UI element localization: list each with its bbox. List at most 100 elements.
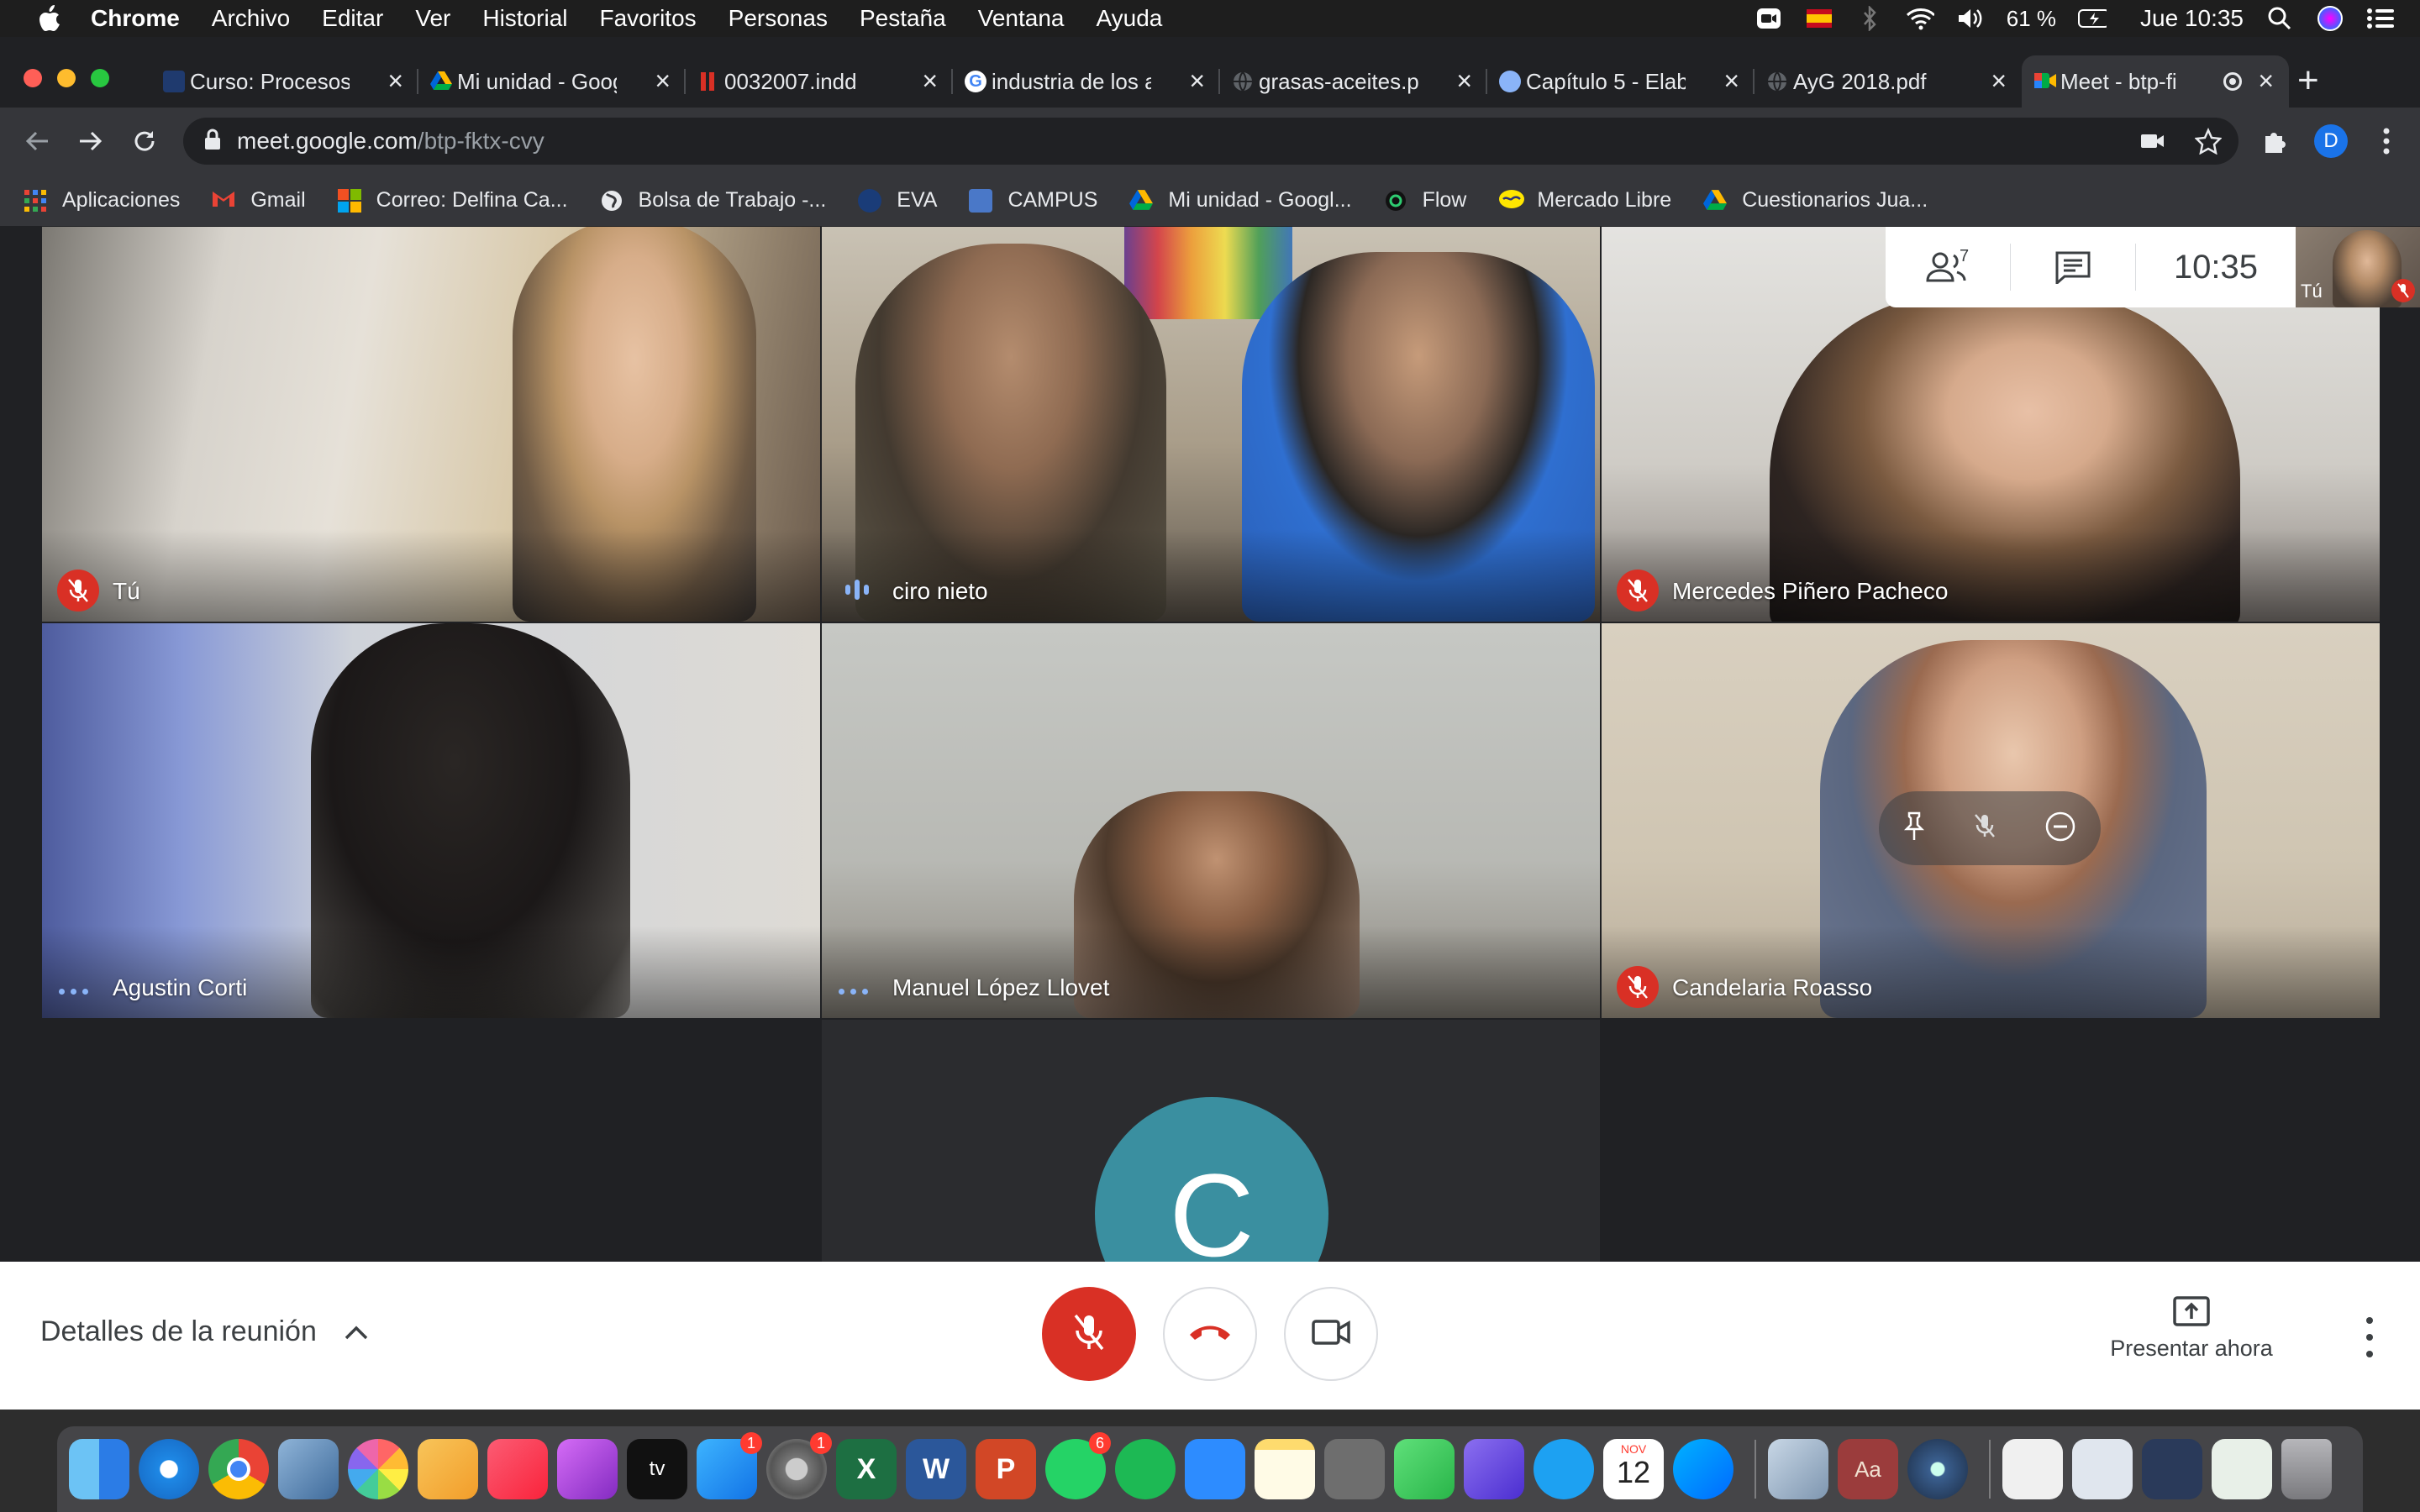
extensions-puzzle-icon[interactable] bbox=[2257, 118, 2291, 165]
menu-pestana[interactable]: Pestaña bbox=[860, 5, 946, 32]
menu-archivo[interactable]: Archivo bbox=[212, 5, 290, 32]
quicktime-icon[interactable] bbox=[1907, 1439, 1968, 1499]
tab-mi-unidad[interactable]: Mi unidad - Goog × bbox=[418, 55, 686, 108]
music-icon[interactable] bbox=[487, 1439, 548, 1499]
calculator-icon[interactable] bbox=[1324, 1439, 1385, 1499]
messenger-icon[interactable] bbox=[1673, 1439, 1733, 1499]
image-capture-icon[interactable] bbox=[1768, 1439, 1828, 1499]
dictionary-icon[interactable]: Aa bbox=[1838, 1439, 1898, 1499]
excel-icon[interactable]: X bbox=[836, 1439, 897, 1499]
participant-tile-ciro-nieto[interactable]: ciro nieto bbox=[822, 227, 1600, 622]
document-thumbnail-4[interactable] bbox=[2212, 1439, 2272, 1499]
tab-industria[interactable]: G industria de los a × bbox=[953, 55, 1220, 108]
battery-icon[interactable] bbox=[2078, 7, 2107, 30]
bluetooth-icon[interactable] bbox=[1855, 6, 1884, 31]
word-icon[interactable]: W bbox=[906, 1439, 966, 1499]
tab-close-icon[interactable]: × bbox=[1991, 66, 2007, 97]
participant-tile-manuel[interactable]: Manuel López Llovet bbox=[822, 623, 1600, 1018]
tab-grasas-aceites[interactable]: grasas-aceites.p × bbox=[1220, 55, 1487, 108]
back-button[interactable] bbox=[18, 123, 55, 160]
twitter-icon[interactable] bbox=[1534, 1439, 1594, 1499]
pages-icon[interactable] bbox=[418, 1439, 478, 1499]
menu-ver[interactable]: Ver bbox=[415, 5, 450, 32]
document-thumbnail-3[interactable] bbox=[2142, 1439, 2202, 1499]
input-source-flag-icon[interactable] bbox=[1805, 7, 1833, 30]
calendar-icon[interactable]: NOV 12 bbox=[1603, 1439, 1664, 1499]
bookmark-campus[interactable]: CAMPUS bbox=[969, 188, 1097, 213]
tab-ayg-2018[interactable]: AyG 2018.pdf × bbox=[1754, 55, 2022, 108]
imovie-icon[interactable] bbox=[1464, 1439, 1524, 1499]
system-preferences-icon[interactable]: 1 bbox=[766, 1432, 832, 1499]
menu-personas[interactable]: Personas bbox=[729, 5, 828, 32]
document-thumbnail-2[interactable] bbox=[2072, 1439, 2133, 1499]
window-close-button[interactable] bbox=[24, 69, 42, 87]
participant-tile-avatar[interactable]: C bbox=[822, 1020, 1600, 1262]
tab-close-icon[interactable]: × bbox=[1189, 66, 1205, 97]
menu-historial[interactable]: Historial bbox=[482, 5, 567, 32]
mute-participant-icon[interactable] bbox=[1974, 813, 1996, 844]
powerpoint-icon[interactable]: P bbox=[976, 1439, 1036, 1499]
siri-icon[interactable] bbox=[2316, 6, 2344, 31]
trash-icon[interactable] bbox=[2281, 1439, 2332, 1499]
participant-tile-self[interactable]: Tú bbox=[42, 227, 820, 622]
tab-close-icon[interactable]: × bbox=[1723, 66, 1739, 97]
app-store-icon[interactable]: 1 bbox=[697, 1432, 762, 1499]
zoom-status-icon[interactable] bbox=[1754, 7, 1783, 30]
safari-icon[interactable] bbox=[139, 1439, 199, 1499]
chrome-icon[interactable] bbox=[208, 1439, 269, 1499]
participant-tile-agustin[interactable]: Agustin Corti bbox=[42, 623, 820, 1018]
chat-button[interactable] bbox=[2011, 227, 2135, 307]
address-bar[interactable]: meet.google.com/btp-fktx-cvy bbox=[183, 118, 2238, 165]
photos-icon[interactable] bbox=[348, 1439, 408, 1499]
bookmark-mi-unidad[interactable]: Mi unidad - Googl... bbox=[1129, 188, 1352, 213]
camera-in-use-icon[interactable] bbox=[2136, 118, 2170, 165]
whatsapp-icon[interactable]: 6 bbox=[1045, 1432, 1111, 1499]
tab-close-icon[interactable]: × bbox=[1456, 66, 1472, 97]
bookmark-correo[interactable]: Correo: Delfina Ca... bbox=[337, 188, 568, 213]
reload-button[interactable] bbox=[126, 123, 163, 160]
preview-icon[interactable] bbox=[278, 1439, 339, 1499]
volume-icon[interactable] bbox=[1956, 7, 1985, 30]
tab-0032007-indd[interactable]: 0032007.indd × bbox=[686, 55, 953, 108]
wifi-icon[interactable] bbox=[1906, 7, 1934, 30]
menu-ayuda[interactable]: Ayuda bbox=[1096, 5, 1162, 32]
tab-close-icon[interactable]: × bbox=[655, 66, 671, 97]
finder-icon[interactable] bbox=[69, 1439, 129, 1499]
podcasts-icon[interactable] bbox=[557, 1439, 618, 1499]
spotlight-search-icon[interactable] bbox=[2265, 7, 2294, 30]
pin-icon[interactable] bbox=[1903, 811, 1925, 846]
camera-toggle-button[interactable] bbox=[1284, 1287, 1378, 1381]
menu-editar[interactable]: Editar bbox=[322, 5, 383, 32]
forward-button[interactable] bbox=[72, 123, 109, 160]
apple-menu-icon[interactable] bbox=[32, 3, 66, 34]
leave-call-button[interactable] bbox=[1163, 1287, 1257, 1381]
tab-close-icon[interactable]: × bbox=[2258, 66, 2274, 97]
menu-favoritos[interactable]: Favoritos bbox=[600, 5, 697, 32]
self-preview-thumbnail[interactable]: Tú bbox=[2296, 227, 2420, 307]
more-options-icon[interactable] bbox=[2353, 1317, 2386, 1357]
window-zoom-button[interactable] bbox=[91, 69, 109, 87]
profile-avatar[interactable]: D bbox=[2314, 124, 2348, 158]
meeting-details-button[interactable]: Detalles de la reunión bbox=[40, 1315, 369, 1348]
tab-capitulo-5[interactable]: Capítulo 5 - Elab × bbox=[1487, 55, 1754, 108]
lock-icon[interactable] bbox=[203, 128, 222, 155]
bookmark-flow[interactable]: Flow bbox=[1384, 188, 1466, 213]
present-now-button[interactable]: Presentar ahora bbox=[2107, 1295, 2275, 1362]
remove-participant-icon[interactable] bbox=[2044, 811, 2076, 847]
menu-ventana[interactable]: Ventana bbox=[978, 5, 1065, 32]
new-tab-button[interactable]: + bbox=[2297, 62, 2319, 99]
tab-close-icon[interactable]: × bbox=[387, 66, 403, 97]
bookmark-gmail[interactable]: Gmail bbox=[212, 188, 306, 213]
tab-meet[interactable]: Meet - btp-fi × bbox=[2022, 55, 2289, 108]
bookmark-cuestionarios[interactable]: Cuestionarios Jua... bbox=[1703, 188, 1928, 213]
apple-tv-icon[interactable]: tv bbox=[627, 1439, 687, 1499]
bookmark-mercado-libre[interactable]: Mercado Libre bbox=[1498, 188, 1671, 213]
bookmark-star-icon[interactable] bbox=[2191, 118, 2225, 165]
zoom-icon[interactable] bbox=[1185, 1439, 1245, 1499]
tab-close-icon[interactable]: × bbox=[922, 66, 938, 97]
menu-app-name[interactable]: Chrome bbox=[91, 5, 180, 32]
bookmark-bolsa-de-trabajo[interactable]: Bolsa de Trabajo -... bbox=[600, 188, 826, 213]
facetime-icon[interactable] bbox=[1394, 1439, 1455, 1499]
notification-center-icon[interactable] bbox=[2366, 7, 2395, 30]
participant-tile-candelaria[interactable]: Candelaria Roasso bbox=[1602, 623, 2380, 1018]
